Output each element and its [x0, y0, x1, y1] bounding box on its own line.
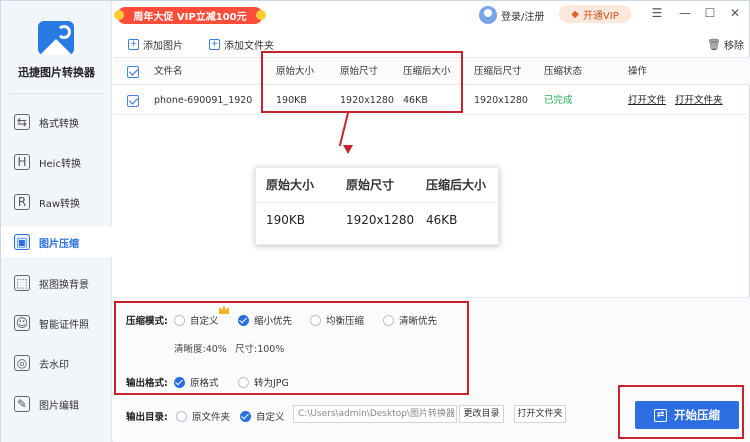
- vip-label: 开通VIP: [582, 10, 619, 22]
- promo-text: 周年大促 VIP立减100元: [133, 12, 247, 23]
- open-file-link[interactable]: 打开文件: [628, 87, 666, 115]
- sidebar-divider: [9, 93, 104, 94]
- sidebar-item-label: 去水印: [39, 359, 69, 371]
- sidebar: 迅捷图片转换器 ⇆ 格式转换 H Heic转换 R Raw转换 ▣ 图片压缩 ⬚…: [1, 1, 112, 442]
- folder-plus-icon: +: [209, 39, 220, 50]
- avatar-icon: [479, 6, 497, 24]
- raw-icon: R: [14, 194, 30, 210]
- comp-dim: 1920x1280: [474, 95, 528, 106]
- zoom-value-comp-size: 46KB: [426, 213, 458, 227]
- add-image-button[interactable]: + 添加图片: [128, 37, 183, 52]
- sidebar-item-format-convert[interactable]: ⇆ 格式转换: [1, 107, 112, 137]
- output-path-field[interactable]: C:\Users\admin\Desktop\图片转换器: [293, 405, 457, 423]
- menu-icon[interactable]: ☰: [649, 5, 665, 21]
- change-dir-button[interactable]: 更改目录: [459, 405, 504, 423]
- open-folder-button[interactable]: 打开文件夹: [514, 405, 566, 423]
- zoom-callout: 原始大小 原始尺寸 压缩后大小 190KB 1920x1280 46KB: [255, 167, 500, 245]
- sidebar-item-label: 格式转换: [39, 118, 79, 130]
- coin-icon: [256, 10, 266, 20]
- start-compress-button[interactable]: ⇄ 开始压缩: [635, 401, 739, 429]
- sidebar-item-label: 智能证件照: [39, 319, 89, 331]
- minimize-icon[interactable]: —: [677, 5, 693, 21]
- compress-icon: ▣: [14, 234, 30, 250]
- sidebar-item-cutout[interactable]: ⬚ 抠图换背景: [1, 268, 112, 298]
- sidebar-item-raw[interactable]: R Raw转换: [1, 187, 112, 217]
- promo-banner[interactable]: 周年大促 VIP立减100元: [114, 7, 266, 24]
- format-convert-icon: ⇆: [14, 114, 30, 130]
- close-icon[interactable]: ✕: [727, 5, 743, 21]
- zoom-header-orig-dim: 原始尺寸: [346, 178, 395, 192]
- sidebar-item-edit[interactable]: ✎ 图片编辑: [1, 389, 112, 419]
- row-checkbox[interactable]: [127, 95, 139, 107]
- zoom-header-orig-size: 原始大小: [266, 178, 315, 192]
- heic-icon: H: [14, 154, 30, 170]
- id-photo-icon: ☺: [14, 315, 30, 331]
- sidebar-item-id-photo[interactable]: ☺ 智能证件照: [1, 308, 112, 338]
- highlight-box-settings: [114, 301, 469, 395]
- file-name: phone-690091_1920: [154, 95, 253, 106]
- remove-label: 移除: [723, 41, 744, 52]
- dir-custom-radio[interactable]: 自定义: [240, 409, 285, 423]
- zoom-header-comp-size: 压缩后大小: [426, 178, 487, 192]
- dir-custom-label: 自定义: [256, 412, 285, 423]
- col-action: 操作: [628, 66, 648, 77]
- radio-icon: [176, 410, 187, 422]
- app-name: 迅捷图片转换器: [18, 66, 95, 79]
- add-folder-label: 添加文件夹: [224, 41, 274, 52]
- arrow-line: [338, 112, 349, 147]
- plus-icon: +: [128, 39, 139, 50]
- sidebar-item-compress[interactable]: ▣ 图片压缩: [1, 227, 112, 257]
- vip-button[interactable]: ◆ 开通VIP: [559, 5, 631, 23]
- sidebar-item-label: Raw转换: [39, 198, 81, 210]
- sidebar-item-label: 图片压缩: [39, 238, 79, 250]
- sidebar-item-label: 图片编辑: [39, 400, 79, 412]
- diamond-icon: ◆: [571, 8, 579, 20]
- add-folder-button[interactable]: + 添加文件夹: [209, 37, 274, 52]
- zoom-value-orig-size: 190KB: [266, 213, 306, 227]
- dir-original-label: 原文件夹: [192, 412, 231, 423]
- remove-button[interactable]: 🗑 移除: [707, 37, 744, 52]
- radio-checked-icon: [240, 410, 251, 422]
- zoom-value-orig-dim: 1920x1280: [346, 213, 415, 227]
- app-logo-icon: [38, 21, 74, 55]
- sidebar-item-label: Heic转换: [39, 158, 81, 170]
- zoom-divider: [256, 202, 500, 203]
- cutout-icon: ⬚: [14, 275, 30, 291]
- dir-original-radio[interactable]: 原文件夹: [176, 409, 230, 423]
- login-label: 登录/注册: [501, 11, 545, 23]
- login-button[interactable]: 登录/注册: [479, 6, 544, 24]
- status-badge: 已完成: [544, 95, 573, 106]
- col-comp-dim: 压缩后尺寸: [474, 66, 522, 77]
- maximize-icon[interactable]: ☐: [702, 5, 718, 21]
- col-status: 压缩状态: [544, 66, 583, 77]
- select-all-checkbox[interactable]: [127, 66, 139, 78]
- sidebar-item-label: 抠图换背景: [39, 279, 89, 291]
- sidebar-item-watermark[interactable]: ◎ 去水印: [1, 348, 112, 378]
- app-window: 迅捷图片转换器 ⇆ 格式转换 H Heic转换 R Raw转换 ▣ 图片压缩 ⬚…: [0, 0, 750, 442]
- open-folder-link[interactable]: 打开文件夹: [675, 87, 723, 115]
- compress-swap-icon: ⇄: [654, 408, 667, 422]
- dir-label: 输出目录:: [126, 412, 168, 423]
- watermark-icon: ◎: [14, 355, 30, 371]
- arrow-down-icon: [343, 145, 353, 154]
- add-image-label: 添加图片: [143, 41, 183, 52]
- trash-icon: 🗑: [707, 38, 721, 51]
- coin-icon: [114, 10, 124, 20]
- start-label: 开始压缩: [674, 408, 720, 422]
- sidebar-item-heic[interactable]: H Heic转换: [1, 147, 112, 177]
- col-filename: 文件名: [154, 66, 183, 77]
- highlight-box-columns: [261, 51, 463, 113]
- edit-icon: ✎: [14, 396, 30, 412]
